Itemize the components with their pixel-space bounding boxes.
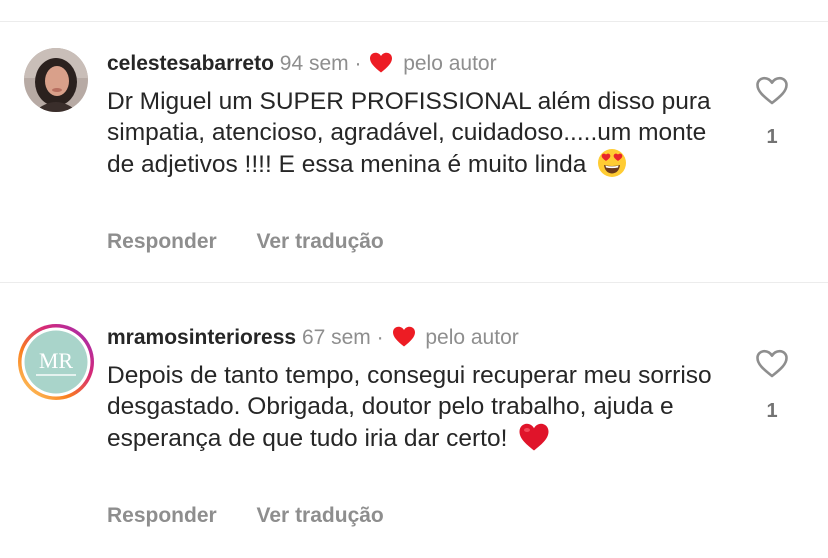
separator: · bbox=[354, 52, 362, 75]
comment-header: mramosinterioress 67 sem · pelo autor bbox=[107, 325, 519, 354]
reply-button[interactable]: Responder bbox=[107, 230, 217, 253]
heart-eyes-emoji-icon bbox=[597, 148, 627, 187]
comment-time: 67 sem bbox=[301, 326, 371, 349]
separator: · bbox=[376, 326, 384, 349]
comment-actions: Responder Ver tradução bbox=[107, 504, 384, 528]
logo-monogram: MR bbox=[39, 348, 74, 373]
author-like-heart-icon bbox=[369, 52, 393, 80]
comment-divider bbox=[0, 282, 828, 283]
see-translation-button[interactable]: Ver tradução bbox=[257, 504, 384, 527]
heart-outline-icon bbox=[756, 76, 788, 105]
top-divider bbox=[0, 21, 828, 22]
avatar-story-ring[interactable]: MR bbox=[16, 322, 96, 402]
username[interactable]: mramosinterioress bbox=[107, 326, 296, 349]
red-heart-emoji-icon bbox=[518, 422, 550, 461]
comment-text-block: Depois de tanto tempo, consegui recupera… bbox=[107, 361, 727, 461]
heart-outline-icon bbox=[756, 349, 788, 378]
comment-text: Depois de tanto tempo, consegui recupera… bbox=[107, 362, 712, 452]
like-button[interactable] bbox=[754, 76, 790, 111]
comment-actions: Responder Ver tradução bbox=[107, 230, 384, 254]
liked-by-author-label: pelo autor bbox=[425, 326, 519, 349]
comment-header: celestesabarreto 94 sem · pelo autor bbox=[107, 51, 497, 80]
avatar[interactable] bbox=[24, 48, 88, 112]
reply-button[interactable]: Responder bbox=[107, 504, 217, 527]
like-count: 1 bbox=[766, 126, 778, 148]
comment-text-block: Dr Miguel um SUPER PROFISSIONAL além dis… bbox=[107, 87, 727, 187]
liked-by-author-label: pelo autor bbox=[403, 52, 497, 75]
like-button[interactable] bbox=[754, 349, 790, 384]
author-like-heart-icon bbox=[392, 326, 416, 354]
like-count: 1 bbox=[766, 400, 778, 422]
comment-time: 94 sem bbox=[279, 52, 349, 75]
username[interactable]: celestesabarreto bbox=[107, 52, 274, 75]
see-translation-button[interactable]: Ver tradução bbox=[257, 230, 384, 253]
